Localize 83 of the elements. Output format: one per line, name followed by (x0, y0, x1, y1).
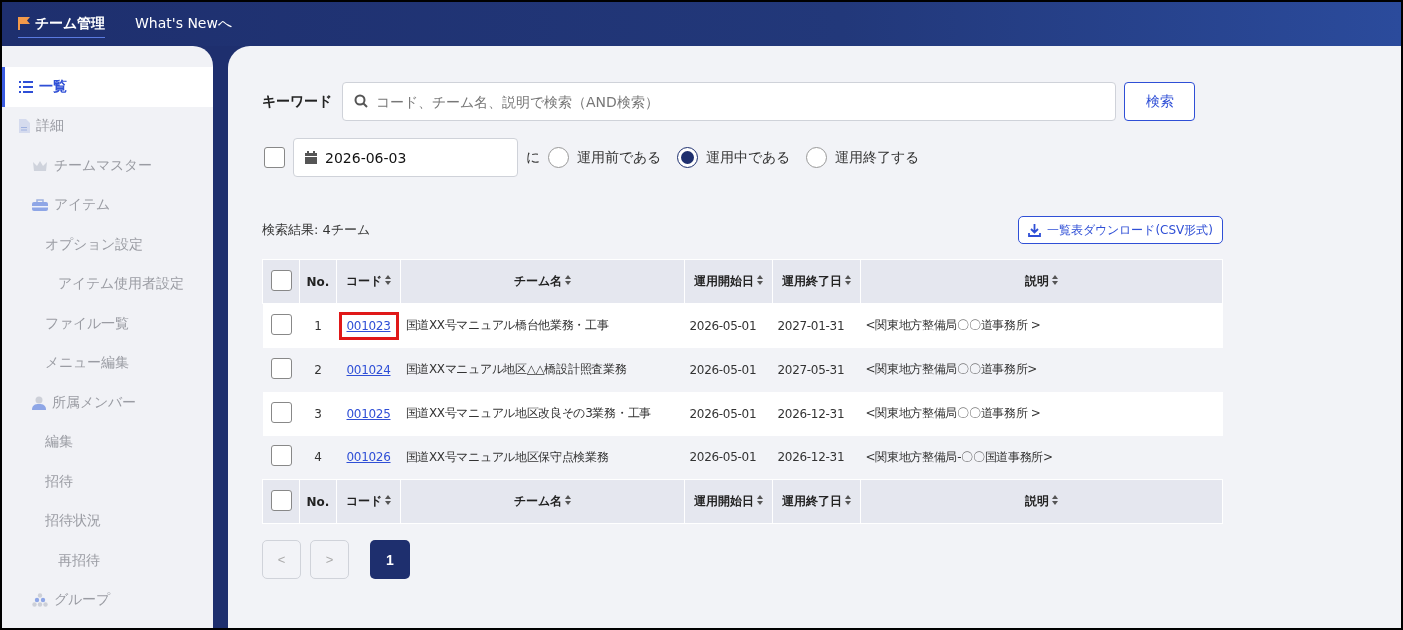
column-header[interactable]: コード (336, 259, 401, 304)
column-header[interactable]: コード (336, 479, 401, 524)
radio-button[interactable] (548, 147, 569, 168)
sort-icon (845, 275, 851, 285)
code-link[interactable]: 001024 (341, 358, 396, 381)
sort-icon (1052, 275, 1058, 285)
sort-icon (385, 275, 391, 285)
row-checkbox[interactable] (270, 357, 292, 379)
table-cell: 2027-01-31 (772, 303, 861, 348)
sidebar-item[interactable]: 一覧 (2, 67, 213, 107)
column-header[interactable]: 運用終了日 (772, 479, 861, 524)
search-button[interactable]: 検索 (1124, 82, 1195, 121)
table-cell: 国道XXマニュアル地区△△橋設計照査業務 (400, 347, 685, 392)
column-header[interactable]: No. (299, 259, 337, 304)
flag-icon (18, 17, 30, 30)
download-button[interactable]: 一覧表ダウンロード(CSV形式) (1018, 216, 1223, 244)
sort-icon (757, 275, 763, 285)
table-cell: <関東地方整備局〇〇道事務所 > (860, 303, 1223, 348)
column-header[interactable]: 運用開始日 (684, 259, 773, 304)
document-icon (19, 119, 30, 134)
table-cell: 2 (299, 347, 337, 392)
sort-icon (845, 495, 851, 505)
table-cell: 4 (299, 435, 337, 480)
particle-label: に (526, 148, 540, 167)
option-label: 運用中である (706, 148, 790, 167)
column-header[interactable]: 説明 (860, 259, 1223, 304)
search-icon (354, 94, 368, 108)
column-header[interactable]: チーム名 (400, 479, 685, 524)
status-option[interactable]: 運用前である (548, 147, 661, 168)
sort-icon (565, 275, 571, 285)
radio-button[interactable] (806, 147, 827, 168)
column-header[interactable]: 説明 (860, 479, 1223, 524)
table-cell: 2027-05-31 (772, 347, 861, 392)
calendar-icon (305, 151, 317, 164)
table-cell: <関東地方整備局〇〇道事務所 > (860, 391, 1223, 436)
select-all-checkbox[interactable] (270, 269, 292, 291)
option-label: 運用前である (577, 148, 661, 167)
table-cell: 国道XX号マニュアル地区改良その3業務・工事 (400, 391, 685, 436)
app-title[interactable]: チーム管理 (18, 10, 105, 38)
sort-icon (757, 495, 763, 505)
search-field[interactable]: コード、チーム名、説明で検索（AND検索） (342, 82, 1116, 121)
radio-button[interactable] (677, 147, 698, 168)
table-cell: 3 (299, 391, 337, 436)
person-icon (32, 395, 46, 410)
crown-icon (32, 160, 48, 172)
date-filter-checkbox[interactable] (264, 147, 285, 168)
list-icon (19, 80, 33, 93)
status-option[interactable]: 運用中である (677, 147, 790, 168)
keyword-label: キーワード (262, 92, 333, 111)
table-cell: 国道XX号マニュアル橋台他業務・工事 (400, 303, 685, 348)
download-icon (1028, 223, 1042, 237)
group-icon (32, 593, 48, 608)
date-field[interactable]: 2026-06-03 (293, 138, 518, 177)
toolbox-icon (32, 199, 48, 212)
sort-icon (1052, 495, 1058, 505)
table-cell: 2026-05-01 (684, 347, 773, 392)
row-checkbox[interactable] (270, 445, 292, 467)
column-header[interactable]: 運用終了日 (772, 259, 861, 304)
option-label: 運用終了する (835, 148, 919, 167)
select-all-checkbox[interactable] (270, 489, 292, 511)
sort-icon (385, 495, 391, 505)
table-cell: 国道XX号マニュアル地区保守点検業務 (400, 435, 685, 480)
table-cell: <関東地方整備局〇〇道事務所> (860, 347, 1223, 392)
code-link[interactable]: 001023 (341, 314, 396, 337)
column-header[interactable]: 運用開始日 (684, 479, 773, 524)
result-count: 検索結果: 4チーム (262, 221, 370, 239)
whats-new-link[interactable]: What's Newへ (135, 15, 232, 33)
table-cell: 2026-12-31 (772, 391, 861, 436)
table-cell: 2026-05-01 (684, 303, 773, 348)
code-link[interactable]: 001025 (341, 402, 396, 425)
column-header[interactable]: No. (299, 479, 337, 524)
column-header[interactable]: チーム名 (400, 259, 685, 304)
table-cell: <関東地方整備局-〇〇国道事務所> (860, 435, 1223, 480)
code-link[interactable]: 001026 (341, 446, 396, 469)
page-button[interactable]: 1 (370, 540, 410, 579)
table-cell: 2026-12-31 (772, 435, 861, 480)
row-checkbox[interactable] (270, 313, 292, 335)
status-option[interactable]: 運用終了する (806, 147, 919, 168)
row-checkbox[interactable] (270, 401, 292, 423)
table-cell: 2026-05-01 (684, 391, 773, 436)
sort-icon (565, 495, 571, 505)
table-cell: 1 (299, 303, 337, 348)
table-cell: 2026-05-01 (684, 435, 773, 480)
